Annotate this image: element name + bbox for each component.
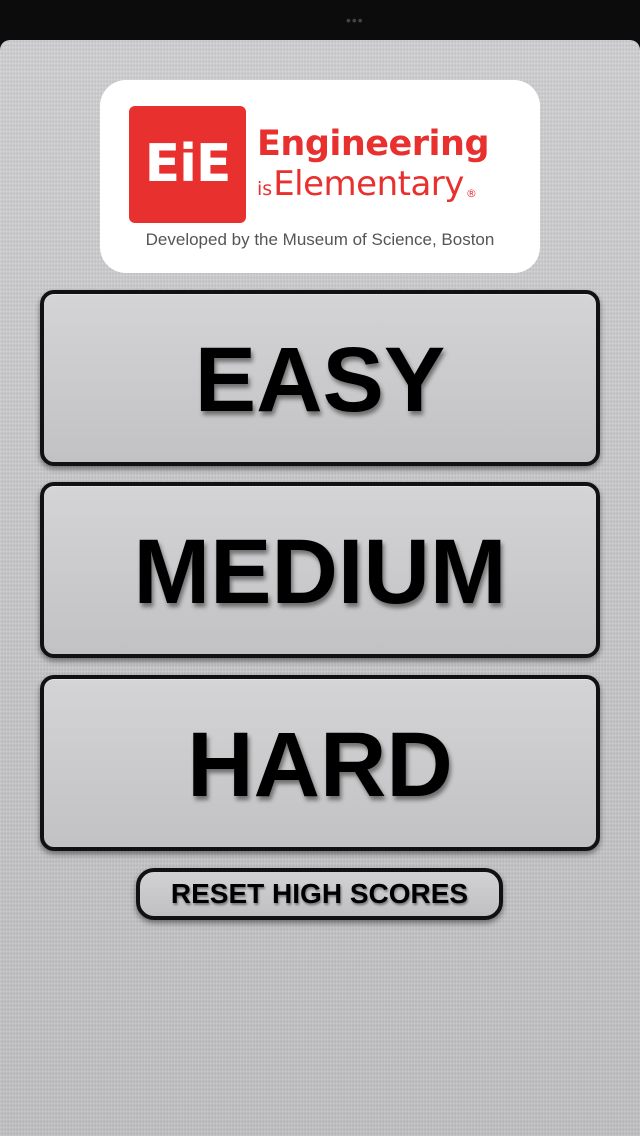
logo-elementary-text: Elementary bbox=[273, 164, 464, 204]
medium-button[interactable]: MEDIUM bbox=[40, 482, 600, 658]
hard-button-label: HARD bbox=[187, 714, 453, 816]
logo-elementary-line: isElementary ® bbox=[257, 164, 477, 214]
hard-button[interactable]: HARD bbox=[40, 675, 600, 851]
status-bar: ••• bbox=[0, 0, 640, 40]
logo-mark-text: EiE bbox=[144, 134, 232, 194]
app-screen: EiE Engineering isElementary ® Developed … bbox=[0, 40, 640, 1136]
logo-engineering-text: Engineering bbox=[257, 124, 490, 164]
signal-indicator-icon: ••• bbox=[346, 12, 364, 28]
developer-credit: Developed by the Museum of Science, Bost… bbox=[145, 230, 495, 249]
easy-button-label: EASY bbox=[194, 329, 446, 431]
logo-is-text: is bbox=[257, 178, 273, 200]
eie-logo: EiE Engineering isElementary ® Developed … bbox=[100, 80, 540, 273]
easy-button[interactable]: EASY bbox=[40, 290, 600, 466]
reset-high-scores-button[interactable]: RESET HIGH SCORES bbox=[136, 868, 503, 920]
eie-logo-mark: EiE bbox=[129, 106, 246, 223]
medium-button-label: MEDIUM bbox=[133, 521, 507, 623]
registered-mark: ® bbox=[465, 187, 477, 200]
reset-high-scores-label: RESET HIGH SCORES bbox=[170, 878, 469, 909]
